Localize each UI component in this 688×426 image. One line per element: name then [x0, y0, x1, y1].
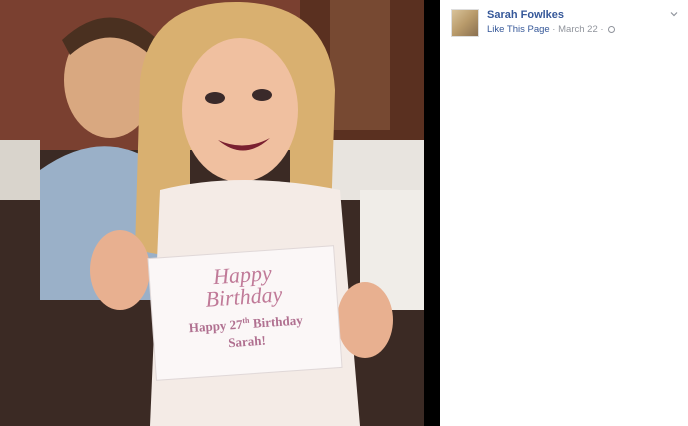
birthday-card: Happy Birthday Happy 27th Birthday Sarah…: [148, 246, 342, 381]
post-photo[interactable]: Happy Birthday Happy 27th Birthday Sarah…: [0, 0, 424, 426]
card-greeting-suffix: Birthday: [249, 312, 304, 332]
meta-separator: ·: [549, 24, 559, 35]
chevron-down-icon[interactable]: [670, 10, 678, 18]
photo-divider: [424, 0, 440, 426]
meta-separator-2: ·: [597, 24, 607, 35]
card-greeting-prefix: Happy 27: [188, 316, 244, 336]
like-page-link[interactable]: Like This Page: [487, 24, 550, 35]
globe-icon: [608, 26, 616, 33]
post-date[interactable]: March 22: [558, 24, 598, 35]
author-name[interactable]: Sarah Fowlkes: [487, 9, 564, 21]
post-info-panel: Sarah Fowlkes Like This Page · March 22 …: [440, 0, 688, 426]
photo-viewer: Happy Birthday Happy 27th Birthday Sarah…: [0, 0, 688, 426]
post-meta: Like This Page · March 22 ·: [487, 24, 616, 35]
avatar[interactable]: [451, 9, 479, 37]
